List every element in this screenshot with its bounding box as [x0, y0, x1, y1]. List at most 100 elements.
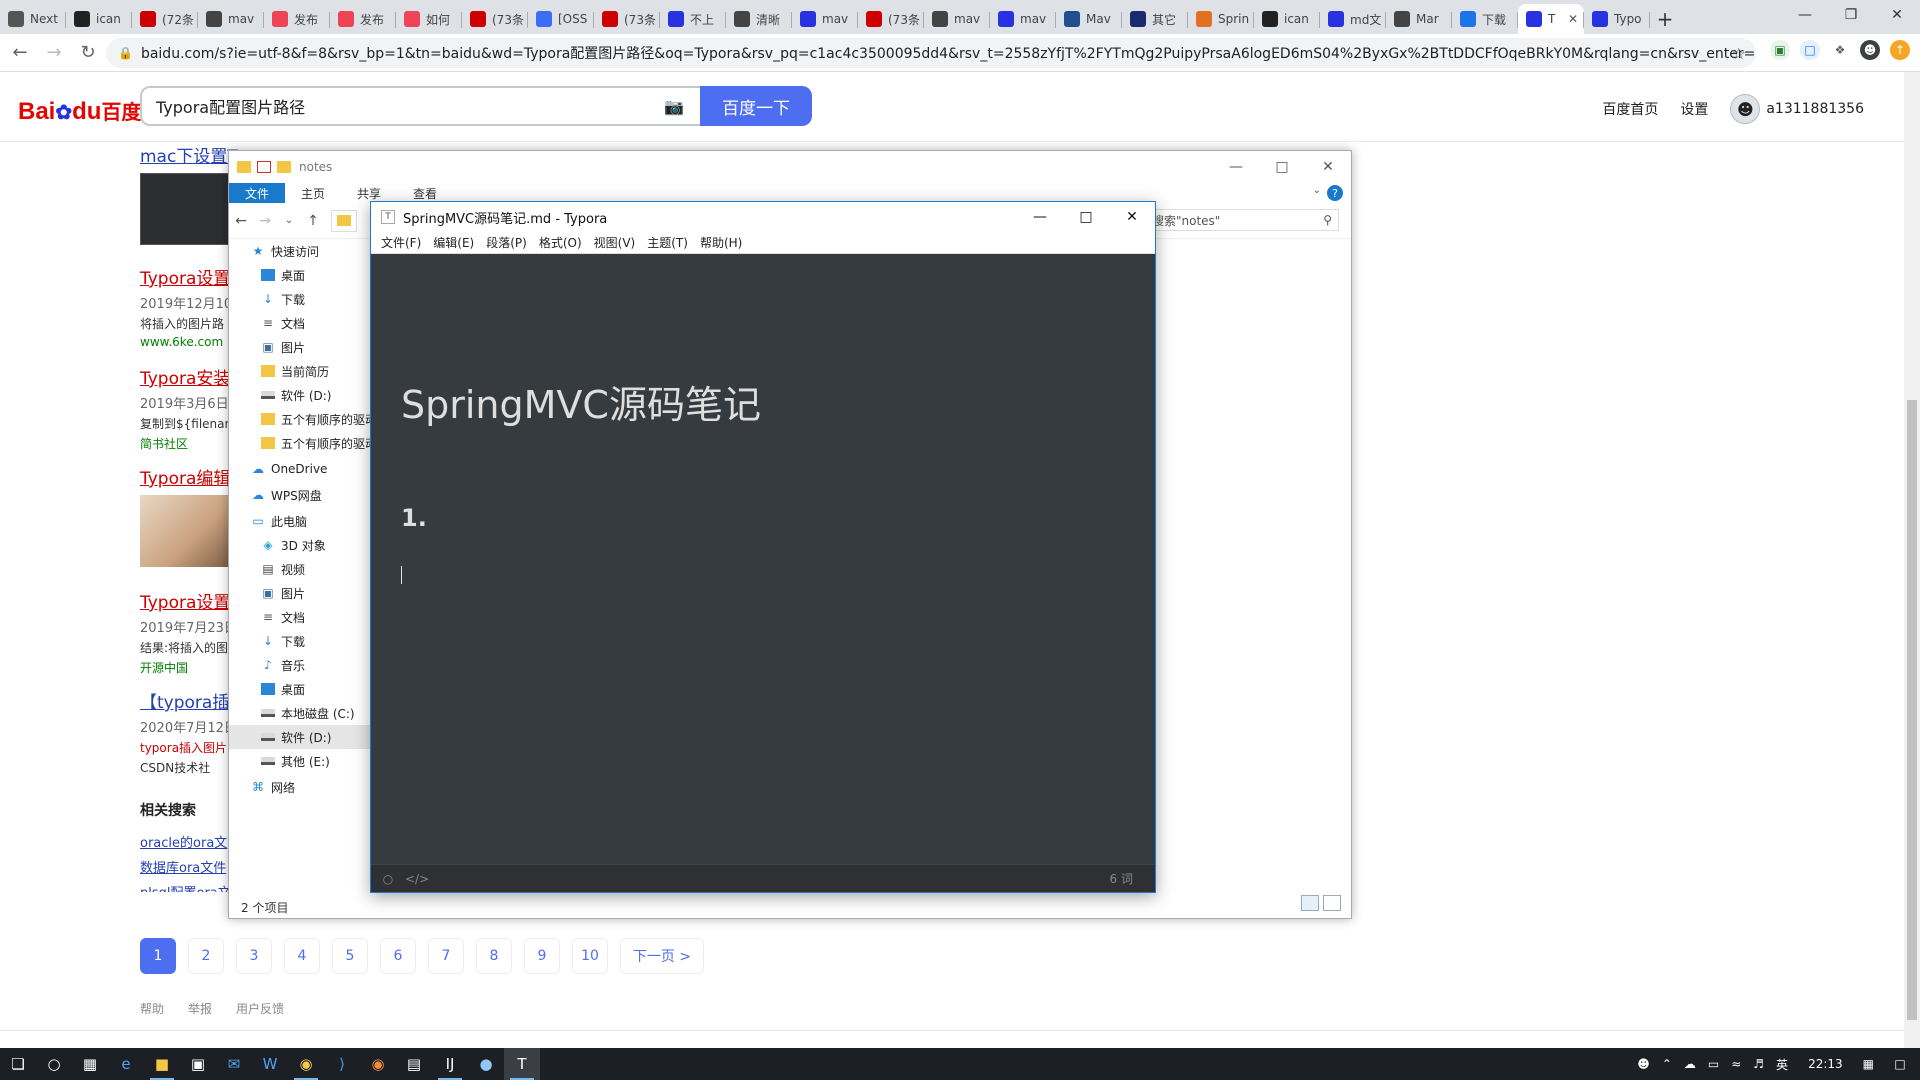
- footer-link[interactable]: 帮助: [140, 1000, 164, 1017]
- page-link[interactable]: 7: [428, 938, 464, 974]
- page-link[interactable]: 8: [476, 938, 512, 974]
- forward-icon[interactable]: →: [40, 39, 68, 67]
- nav-item[interactable]: ↓ 下载: [229, 287, 389, 311]
- details-view-icon[interactable]: [1301, 895, 1319, 911]
- help-icon[interactable]: ?: [1327, 185, 1343, 201]
- browser-tab[interactable]: Mav: [1056, 4, 1122, 34]
- close-icon[interactable]: ✕: [1305, 151, 1351, 183]
- chevron-down-icon[interactable]: ⌄: [277, 215, 301, 226]
- list-marker[interactable]: 1.: [401, 504, 427, 532]
- nav-item[interactable]: ▣ 图片: [229, 581, 389, 605]
- ribbon-tab-share[interactable]: 共享: [341, 183, 397, 203]
- close-icon[interactable]: ✕: [1874, 0, 1920, 30]
- browser-tab[interactable]: mav: [990, 4, 1056, 34]
- browser-tab[interactable]: T ✕: [1518, 4, 1584, 34]
- chevron-up-icon[interactable]: ⌃: [1656, 1057, 1678, 1071]
- result-source[interactable]: 开源中国: [140, 659, 237, 676]
- browser-tab[interactable]: mav: [198, 4, 264, 34]
- menu-view[interactable]: 视图(V): [588, 234, 642, 251]
- clock[interactable]: 22:13: [1794, 1057, 1857, 1071]
- volume-icon[interactable]: ♬: [1747, 1057, 1770, 1071]
- nav-item[interactable]: 本地磁盘 (C:): [229, 701, 389, 725]
- chrome-icon[interactable]: ◉: [288, 1048, 324, 1080]
- related-link[interactable]: plsql配置ora文: [140, 882, 231, 892]
- translate-icon[interactable]: □: [1800, 40, 1820, 60]
- new-folder-icon[interactable]: [277, 161, 291, 173]
- browser-tab[interactable]: 发布: [330, 4, 396, 34]
- result-title[interactable]: Typora编辑: [140, 464, 230, 489]
- ribbon-tab-view[interactable]: 查看: [397, 183, 453, 203]
- nav-item[interactable]: ≡ 文档: [229, 605, 389, 629]
- result-title[interactable]: 【typora插入: [140, 688, 240, 713]
- result-thumbnail[interactable]: [140, 495, 230, 567]
- search-icon[interactable]: ○: [36, 1048, 72, 1080]
- nav-item[interactable]: ▣ 图片: [229, 335, 389, 359]
- menu-paragraph[interactable]: 段落(P): [480, 234, 533, 251]
- browser-tab[interactable]: 不上: [660, 4, 726, 34]
- browser-tab[interactable]: (73条: [858, 4, 924, 34]
- back-icon[interactable]: ←: [6, 39, 34, 67]
- source-mode-icon[interactable]: </>: [405, 872, 429, 886]
- word-count[interactable]: 6 词: [1110, 870, 1133, 887]
- nav-item[interactable]: 软件 (D:): [229, 725, 389, 749]
- nav-item[interactable]: ☁ OneDrive: [229, 457, 389, 481]
- page-link[interactable]: 5: [332, 938, 368, 974]
- action-center-icon[interactable]: ▦: [1857, 1057, 1880, 1071]
- browser-tab[interactable]: 下载: [1452, 4, 1518, 34]
- baidu-logo[interactable]: Bai✿du百度: [18, 96, 141, 126]
- notepad-icon[interactable]: ▤: [396, 1048, 432, 1080]
- store-icon[interactable]: ▣: [180, 1048, 216, 1080]
- browser-tab[interactable]: ican: [1254, 4, 1320, 34]
- tab-close-icon[interactable]: ✕: [1568, 12, 1578, 26]
- address-bar[interactable]: 🔒 baidu.com/s?ie=utf-8&f=8&rsv_bp=1&tn=b…: [106, 38, 1756, 68]
- page-link[interactable]: 6: [380, 938, 416, 974]
- extension-icon[interactable]: ▣: [1770, 40, 1790, 60]
- browser-tab[interactable]: ican: [66, 4, 132, 34]
- browser-icon[interactable]: ●: [468, 1048, 504, 1080]
- browser-tab[interactable]: mav: [924, 4, 990, 34]
- ime-indicator[interactable]: 英: [1770, 1056, 1794, 1073]
- reload-icon[interactable]: ↻: [74, 39, 102, 67]
- maximize-icon[interactable]: □: [1259, 151, 1305, 183]
- app-icon[interactable]: ◉: [360, 1048, 396, 1080]
- result-title[interactable]: Typora设置: [140, 588, 237, 613]
- nav-item[interactable]: 桌面: [229, 677, 389, 701]
- page-link[interactable]: 10: [572, 938, 608, 974]
- nav-item[interactable]: 五个有顺序的驱动: [229, 431, 389, 455]
- nav-item[interactable]: ≡ 文档: [229, 311, 389, 335]
- related-link[interactable]: 数据库ora文件: [140, 857, 231, 876]
- result-source[interactable]: CSDN技术社: [140, 759, 240, 776]
- browser-tab[interactable]: mav: [792, 4, 858, 34]
- file-explorer-icon[interactable]: ■: [144, 1048, 180, 1080]
- next-page-button[interactable]: 下一页 >: [620, 938, 704, 974]
- related-link[interactable]: oracle的ora文: [140, 832, 231, 851]
- camera-icon[interactable]: 📷: [664, 97, 684, 116]
- typora-taskbar-icon[interactable]: T: [504, 1048, 540, 1080]
- footer-link[interactable]: 用户反馈: [236, 1000, 284, 1017]
- forward-icon[interactable]: →: [253, 213, 277, 229]
- browser-tab[interactable]: [OSS: [528, 4, 594, 34]
- bookmark-star-icon[interactable]: ☆: [1732, 44, 1746, 63]
- profile-icon[interactable]: ☻: [1860, 40, 1880, 60]
- close-icon[interactable]: ✕: [1109, 202, 1155, 232]
- menu-theme[interactable]: 主题(T): [641, 234, 694, 251]
- menu-edit[interactable]: 编辑(E): [427, 234, 480, 251]
- new-tab-button[interactable]: +: [1650, 4, 1680, 34]
- explorer-search-input[interactable]: 搜索"notes" ⚲: [1145, 209, 1339, 231]
- edge-icon[interactable]: e: [108, 1048, 144, 1080]
- result-title[interactable]: Typora设置: [140, 264, 232, 289]
- page-link[interactable]: 4: [284, 938, 320, 974]
- chevron-down-icon[interactable]: ⌄: [1313, 185, 1321, 196]
- browser-tab[interactable]: (73条: [594, 4, 660, 34]
- nav-item[interactable]: 当前简历: [229, 359, 389, 383]
- result-thumbnail[interactable]: [140, 173, 230, 245]
- start-icon[interactable]: ❏: [0, 1048, 36, 1080]
- word-icon[interactable]: W: [252, 1048, 288, 1080]
- result-source[interactable]: www.6ke.com: [140, 335, 232, 349]
- user-menu[interactable]: ☻ a1311881356: [1730, 94, 1864, 124]
- page-link[interactable]: 3: [236, 938, 272, 974]
- browser-tab[interactable]: (72条: [132, 4, 198, 34]
- page-link[interactable]: 9: [524, 938, 560, 974]
- cloud-icon[interactable]: ☁: [1678, 1057, 1702, 1071]
- vscode-icon[interactable]: ⟩: [324, 1048, 360, 1080]
